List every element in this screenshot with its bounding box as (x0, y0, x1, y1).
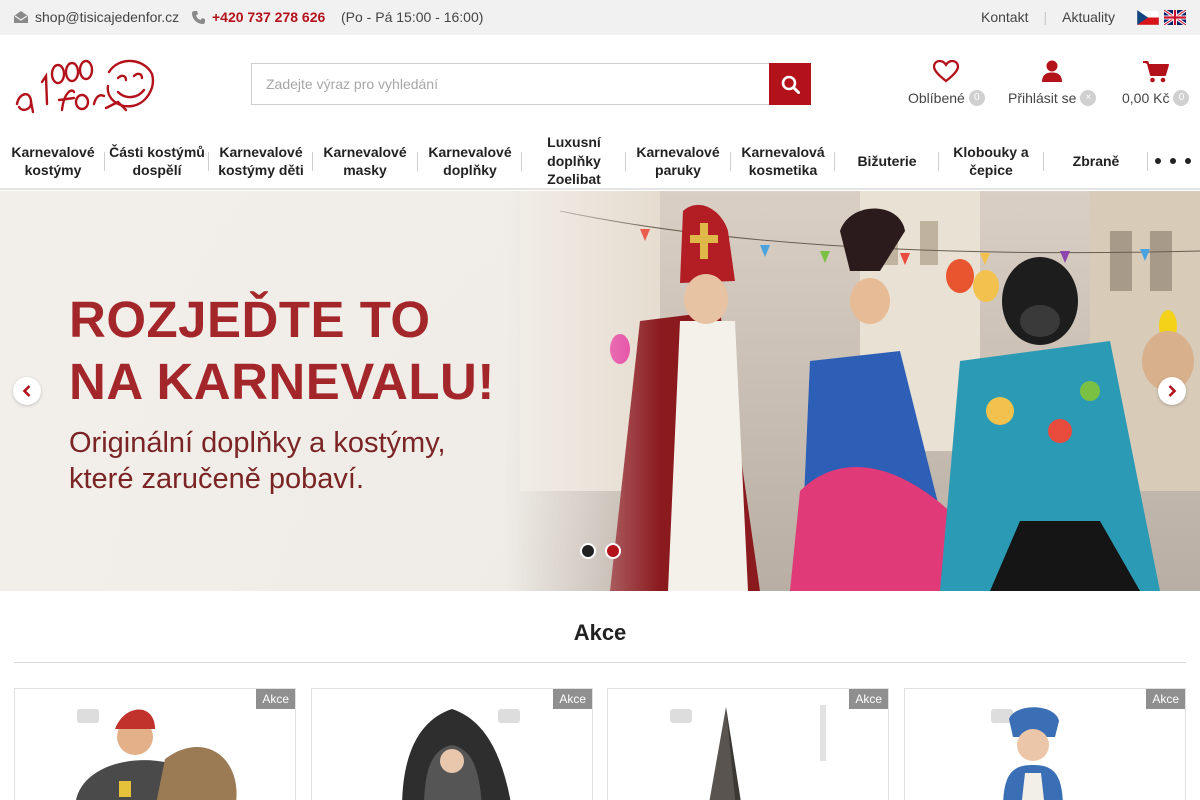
nav-item-zbrane[interactable]: Zbraně (1048, 132, 1144, 190)
nav-item-karnevalove-kostymy[interactable]: Karnevalové kostýmy (5, 132, 101, 190)
promo-badge: Akce (553, 689, 592, 709)
nav-separator (938, 152, 939, 171)
favorites-count-badge: 0 (968, 90, 985, 106)
chevron-left-icon (22, 385, 31, 397)
nav-item-kostymy-deti[interactable]: Karnevalové kostýmy děti (213, 132, 309, 190)
link-separator: | (1043, 9, 1048, 25)
promo-badge: Akce (256, 689, 295, 709)
search-icon (781, 75, 800, 94)
product-image (670, 705, 826, 800)
favorites-label: Oblíbené (908, 90, 965, 106)
hero-banner[interactable]: ROZJEĎTE TO NA KARNEVALU! Originální dop… (0, 191, 1200, 591)
nav-item-kosmetika[interactable]: Karnevalová kosmetika (735, 132, 831, 190)
slider-prev-button[interactable] (13, 377, 41, 405)
more-icon[interactable] (1155, 152, 1191, 170)
favorites-link[interactable]: Oblíbené 0 (908, 60, 985, 106)
search-input[interactable] (251, 63, 769, 105)
user-icon (1042, 60, 1063, 82)
contact-phone[interactable]: +420 737 278 626 (192, 9, 325, 25)
top-bar: shop@tisicajedenfor.cz +420 737 278 626 … (0, 0, 1200, 35)
banner-subline-line2: které zaručeně pobaví. (69, 463, 365, 495)
slider-next-button[interactable] (1158, 377, 1186, 405)
product-card[interactable]: Akce (904, 688, 1186, 800)
nav-item-masky[interactable]: Karnevalové masky (317, 132, 413, 190)
product-image (991, 707, 1063, 800)
site-logo[interactable] (14, 52, 156, 116)
contact-email-text: shop@tisicajedenfor.cz (35, 9, 180, 25)
login-label: Přihlásit se (1008, 90, 1077, 106)
chevron-right-icon (1168, 385, 1177, 397)
cart-link[interactable]: 0,00 Kč 0 (1122, 60, 1190, 106)
nav-separator (208, 152, 209, 171)
phone-icon (192, 10, 205, 24)
slider-dot-1[interactable] (580, 543, 596, 559)
section-title: Akce (573, 620, 627, 645)
section-divider (14, 662, 1186, 663)
flag-en-icon[interactable] (1164, 10, 1186, 25)
product-card[interactable]: Akce (311, 688, 593, 800)
promo-badge: Akce (849, 689, 888, 709)
nav-item-paruky[interactable]: Karnevalové paruky (630, 132, 726, 190)
cart-count-badge: 0 (1173, 90, 1190, 106)
nav-item-casti-kostymu[interactable]: Části kostýmů dospělí (109, 132, 205, 190)
login-status-badge: × (1080, 90, 1097, 106)
product-image (402, 709, 520, 800)
nav-separator (1147, 152, 1148, 171)
nav-item-bizuterie[interactable]: Bižuterie (839, 132, 935, 190)
banner-subline-line1: Originální doplňky a kostýmy, (69, 427, 446, 459)
envelope-icon (14, 11, 28, 23)
search-button[interactable] (769, 63, 811, 105)
nav-separator (417, 152, 418, 171)
opening-hours: (Po - Pá 15:00 - 16:00) (341, 9, 484, 25)
contact-email[interactable]: shop@tisicajedenfor.cz (14, 9, 179, 25)
nav-item-doplnky[interactable]: Karnevalové doplňky (422, 132, 518, 190)
nav-separator (312, 152, 313, 171)
nav-separator (834, 152, 835, 171)
nav-item-klobouky[interactable]: Klobouky a čepice (943, 132, 1039, 190)
nav-separator (625, 152, 626, 171)
nav-separator (1043, 152, 1044, 171)
nav-separator (521, 152, 522, 171)
search-bar (251, 63, 811, 105)
cart-total: 0,00 Kč (1122, 90, 1170, 106)
login-link[interactable]: Přihlásit se × (1008, 60, 1097, 106)
flag-cz-icon[interactable] (1137, 10, 1159, 25)
banner-headline: ROZJEĎTE TO NA KARNEVALU! (69, 289, 495, 413)
banner-headline-line1: ROZJEĎTE TO (69, 291, 431, 348)
link-kontakt[interactable]: Kontakt (981, 9, 1028, 25)
heart-icon (933, 60, 960, 83)
nav-item-zoelibat[interactable]: Luxusní doplňky Zoelibat (526, 132, 622, 190)
promo-badge: Akce (1146, 689, 1185, 709)
product-card[interactable]: Akce (14, 688, 296, 800)
banner-subline: Originální doplňky a kostýmy, které zaru… (69, 425, 446, 497)
cart-icon (1142, 61, 1169, 83)
nav-separator (104, 152, 105, 171)
banner-headline-line2: NA KARNEVALU! (69, 353, 495, 410)
top-links: Kontakt | Aktuality (981, 9, 1115, 25)
nav-separator (730, 152, 731, 171)
product-image (76, 709, 237, 800)
main-navigation: Karnevalové kostýmy Části kostýmů dospěl… (0, 132, 1200, 190)
contact-phone-number: +420 737 278 626 (212, 9, 326, 25)
product-card[interactable]: Akce (607, 688, 889, 800)
slider-dot-2[interactable] (605, 543, 621, 559)
link-aktuality[interactable]: Aktuality (1062, 9, 1115, 25)
